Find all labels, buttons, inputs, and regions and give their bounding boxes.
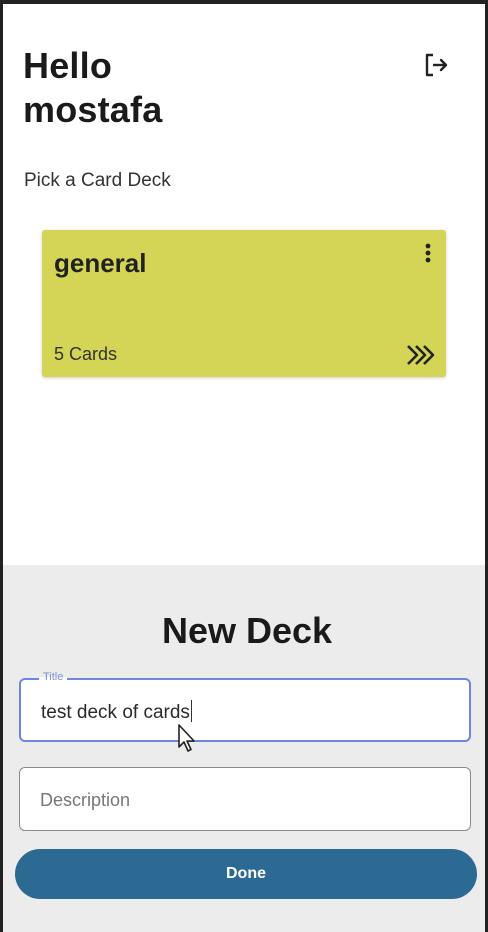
sheet-title: New Deck	[161, 610, 333, 651]
deck-menu-button[interactable]	[420, 240, 436, 266]
text-caret	[190, 700, 193, 722]
deck-title: general	[54, 248, 147, 278]
description-placeholder: Description	[40, 790, 131, 810]
page-subtitle: Pick a Card Deck	[24, 170, 171, 191]
app-screen: Hello mostafa Pick a Card Deck general 5…	[0, 0, 488, 932]
new-deck-sheet: New Deck Title test deck of cards Descri…	[3, 565, 485, 932]
title-field-value: test deck of cards	[41, 702, 190, 723]
greeting: Hello mostafa	[23, 44, 162, 132]
title-field-label: Title	[39, 671, 68, 683]
title-input[interactable]: Title test deck of cards	[19, 671, 471, 742]
mouse-pointer-icon	[178, 724, 195, 752]
description-input[interactable]: Description	[19, 767, 471, 831]
title-field-value-wrap: test deck of cards	[41, 700, 193, 724]
logout-button[interactable]	[421, 50, 451, 80]
deck-card-count: 5 Cards	[54, 344, 118, 364]
greeting-hello: Hello	[23, 45, 113, 86]
more-vertical-icon	[425, 243, 431, 263]
done-button[interactable]: Done	[15, 849, 477, 899]
greeting-username: mostafa	[23, 89, 163, 130]
logout-icon	[425, 53, 448, 77]
double-chevron-right-icon	[407, 345, 435, 365]
deck-card[interactable]: general 5 Cards	[42, 230, 446, 377]
deck-open-button[interactable]	[404, 342, 438, 368]
